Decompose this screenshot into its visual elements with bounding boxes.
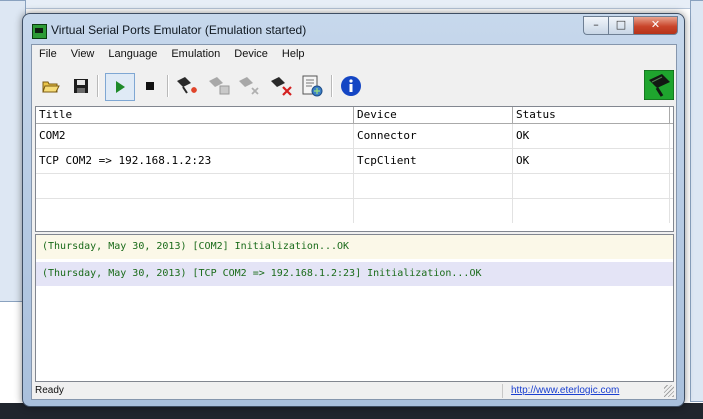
save-button[interactable] — [69, 74, 93, 98]
delete-device-icon — [271, 77, 292, 96]
cell-empty — [354, 199, 513, 223]
toolbar-separator — [97, 75, 99, 97]
website-link[interactable]: http://www.eterlogic.com — [511, 385, 619, 396]
start-icon — [116, 81, 125, 93]
menu-language[interactable]: Language — [101, 45, 164, 65]
toolbar-separator — [167, 75, 169, 97]
background-window-right — [690, 0, 703, 402]
table-row-empty — [36, 199, 673, 223]
menu-view[interactable]: View — [64, 45, 102, 65]
menu-help[interactable]: Help — [275, 45, 312, 65]
menu-file[interactable]: File — [32, 45, 64, 65]
status-separator — [502, 384, 503, 398]
app-icon[interactable] — [32, 24, 47, 39]
menu-emulation[interactable]: Emulation — [164, 45, 227, 65]
cell-device: TcpClient — [354, 149, 513, 173]
reset-device-button[interactable] — [237, 74, 261, 98]
device-list-header: Title Device Status — [36, 107, 673, 124]
device-properties-button[interactable] — [300, 74, 324, 98]
device-list[interactable]: Title Device Status COM2 Connector OK TC… — [35, 106, 674, 232]
log-panel[interactable]: (Thursday, May 30, 2013) [COM2] Initiali… — [35, 234, 674, 382]
column-header-device[interactable]: Device — [354, 107, 513, 123]
save-icon — [74, 79, 88, 93]
menu-device[interactable]: Device — [227, 45, 275, 65]
cell-empty — [36, 199, 354, 223]
caption-buttons: – □ ✕ — [583, 16, 678, 35]
edit-device-button[interactable] — [207, 74, 231, 98]
start-button[interactable] — [105, 73, 135, 101]
serial-port-logo-icon — [644, 70, 674, 100]
log-entry: (Thursday, May 30, 2013) [COM2] Initiali… — [36, 235, 673, 259]
device-properties-icon — [302, 75, 323, 97]
minimize-button[interactable]: – — [583, 16, 608, 35]
table-row-empty — [36, 174, 673, 199]
vspe-logo — [644, 70, 674, 100]
info-icon — [341, 76, 361, 96]
client-area: File View Language Emulation Device Help — [31, 44, 677, 400]
delete-device-button[interactable] — [269, 74, 293, 98]
cell-status: OK — [513, 149, 670, 173]
column-header-title[interactable]: Title — [36, 107, 354, 123]
background-window-strip — [0, 0, 703, 9]
toolbar-separator — [331, 75, 333, 97]
cell-empty — [36, 174, 354, 198]
open-icon — [42, 81, 60, 93]
cell-empty — [513, 174, 670, 198]
cell-title: COM2 — [36, 124, 354, 148]
status-text: Ready — [35, 385, 64, 396]
new-device-button[interactable] — [175, 74, 199, 98]
new-device-icon — [177, 77, 197, 94]
title-bar[interactable]: Virtual Serial Ports Emulator (Emulation… — [23, 14, 684, 44]
main-window: Virtual Serial Ports Emulator (Emulation… — [22, 13, 685, 407]
close-button[interactable]: ✕ — [633, 16, 678, 35]
resize-grip[interactable] — [664, 385, 674, 397]
reset-device-icon — [239, 77, 259, 95]
status-bar: Ready http://www.eterlogic.com — [32, 383, 676, 399]
toolbar — [32, 67, 676, 105]
cell-title: TCP COM2 => 192.168.1.2:23 — [36, 149, 354, 173]
table-row[interactable]: COM2 Connector OK — [36, 124, 673, 149]
cell-empty — [354, 174, 513, 198]
stop-button[interactable] — [138, 74, 162, 98]
maximize-button[interactable]: □ — [608, 16, 633, 35]
column-header-status[interactable]: Status — [513, 107, 670, 123]
table-row[interactable]: TCP COM2 => 192.168.1.2:23 TcpClient OK — [36, 149, 673, 174]
info-button[interactable] — [339, 74, 363, 98]
cell-device: Connector — [354, 124, 513, 148]
cell-status: OK — [513, 124, 670, 148]
cell-empty — [513, 199, 670, 223]
edit-device-icon — [209, 77, 230, 95]
log-entry: (Thursday, May 30, 2013) [TCP COM2 => 19… — [36, 262, 673, 286]
open-button[interactable] — [39, 74, 63, 98]
menu-bar: File View Language Emulation Device Help — [32, 45, 676, 65]
window-title: Virtual Serial Ports Emulator (Emulation… — [51, 23, 307, 37]
stop-icon — [146, 82, 154, 90]
